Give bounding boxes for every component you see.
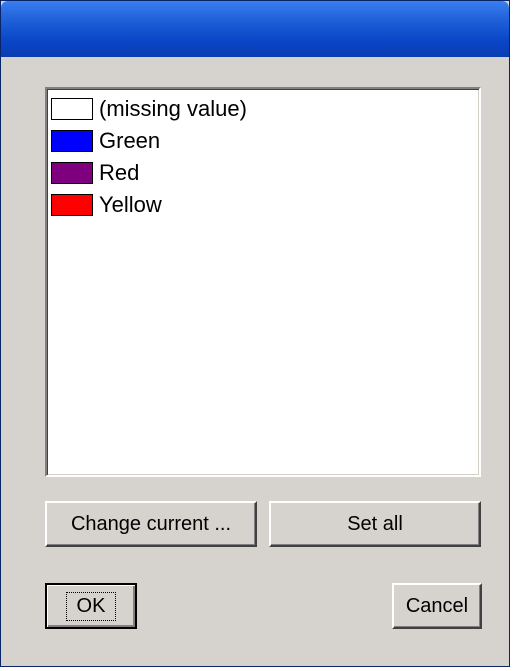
change-current-button[interactable]: Change current ...	[45, 501, 257, 547]
change-current-button-label: Change current ...	[70, 512, 232, 535]
list-item-red[interactable]: Red	[51, 157, 139, 189]
list-item-label: Green	[99, 128, 161, 153]
color-swatch	[51, 194, 93, 216]
list-item-label: Yellow	[99, 192, 162, 217]
cancel-button-label: Cancel	[405, 594, 469, 617]
color-listbox[interactable]: (missing value) Green Red Yellow	[45, 87, 481, 477]
title-bar[interactable]	[1, 1, 509, 57]
list-item-yellow[interactable]: Yellow	[51, 189, 162, 221]
list-item-label: Red	[99, 160, 140, 185]
ok-button[interactable]: OK	[45, 583, 137, 629]
color-swatch	[51, 98, 93, 120]
dialog-window: (missing value) Green Red Yellow Change …	[0, 0, 510, 667]
color-swatch	[51, 162, 93, 184]
set-all-button-label: Set all	[347, 512, 403, 535]
color-swatch	[51, 130, 93, 152]
set-all-button[interactable]: Set all	[269, 501, 481, 547]
dialog-body: (missing value) Green Red Yellow Change …	[7, 57, 503, 660]
list-item-green[interactable]: Green	[51, 125, 160, 157]
list-item-missing-value[interactable]: (missing value)	[51, 93, 247, 125]
list-item-label: (missing value)	[99, 96, 247, 121]
ok-button-label: OK	[65, 591, 117, 621]
cancel-button[interactable]: Cancel	[392, 583, 482, 629]
